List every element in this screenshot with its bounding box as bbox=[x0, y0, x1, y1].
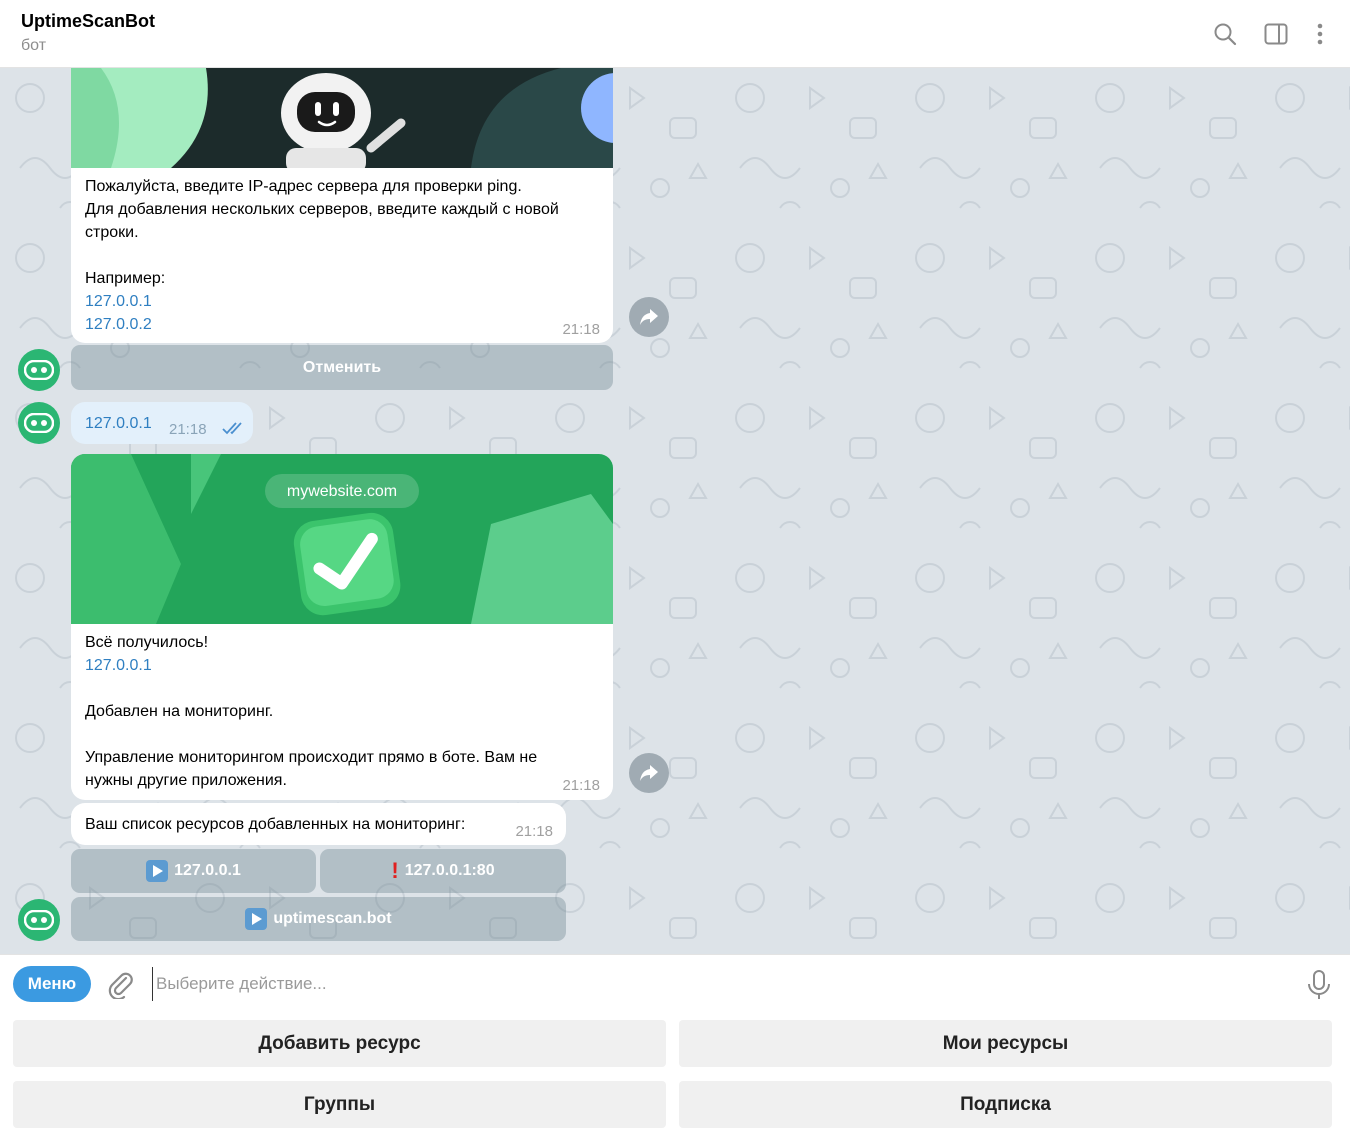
subscription-button[interactable]: Подписка bbox=[679, 1081, 1332, 1128]
ip-link[interactable]: 127.0.0.2 bbox=[85, 313, 605, 336]
play-icon bbox=[245, 908, 268, 930]
message-text-line: Пожалуйста, введите IP-адрес сервера для… bbox=[85, 178, 522, 195]
resource-button-127-0-0-1[interactable]: 127.0.0.1 bbox=[71, 849, 316, 893]
more-vertical-icon[interactable] bbox=[1306, 20, 1334, 48]
sidebar-toggle-icon[interactable] bbox=[1262, 20, 1290, 48]
resource-button-label: uptimescan.bot bbox=[273, 910, 392, 927]
resource-button-label: 127.0.0.1 bbox=[174, 862, 241, 879]
message-text-line: Например: bbox=[85, 270, 166, 287]
resource-button-uptimescan-bot[interactable]: uptimescan.bot bbox=[71, 897, 566, 941]
menu-button[interactable]: Меню bbox=[13, 966, 91, 1002]
resource-button-label: 127.0.0.1:80 bbox=[404, 862, 495, 879]
message-time: 21:18 bbox=[169, 421, 207, 438]
groups-button[interactable]: Группы bbox=[13, 1081, 666, 1128]
ip-link[interactable]: 127.0.0.1 bbox=[85, 290, 605, 313]
message-text-line: Добавлен на мониторинг. bbox=[85, 703, 274, 720]
read-checkmarks-icon bbox=[222, 422, 242, 435]
attach-icon[interactable] bbox=[106, 969, 134, 1001]
composer: Меню bbox=[0, 954, 1350, 1014]
message-banner-robot bbox=[71, 68, 613, 168]
resource-button-127-0-0-1-80[interactable]: ! 127.0.0.1:80 bbox=[320, 849, 566, 893]
ip-link[interactable]: 127.0.0.1 bbox=[85, 654, 605, 677]
message-time: 21:18 bbox=[515, 823, 553, 840]
reply-keyboard: Добавить ресурс Мои ресурсы Группы Подпи… bbox=[0, 1014, 1350, 1136]
my-resources-button[interactable]: Мои ресурсы bbox=[679, 1020, 1332, 1067]
cancel-button-label: Отменить bbox=[302, 358, 382, 376]
play-icon bbox=[146, 860, 169, 882]
chat-title[interactable]: UptimeScanBot bbox=[21, 11, 155, 32]
forward-icon[interactable] bbox=[629, 753, 669, 793]
microphone-icon[interactable] bbox=[1305, 969, 1333, 1001]
chat-area[interactable]: Пожалуйста, введите IP-адрес сервера для… bbox=[0, 68, 1350, 954]
message-text-line: Управление мониторингом происходит прямо… bbox=[85, 749, 538, 789]
ip-link[interactable]: 127.0.0.1 bbox=[85, 412, 152, 435]
bot-avatar[interactable] bbox=[18, 349, 60, 391]
message-time: 21:18 bbox=[562, 777, 600, 794]
message-input[interactable] bbox=[152, 967, 1272, 1001]
domain-badge: mywebsite.com bbox=[265, 474, 419, 508]
bot-avatar[interactable] bbox=[18, 402, 60, 444]
chat-header: UptimeScanBot бот bbox=[0, 0, 1350, 68]
bot-message-ping-prompt: Пожалуйста, введите IP-адрес сервера для… bbox=[71, 68, 613, 343]
message-time: 21:18 bbox=[562, 321, 600, 338]
message-banner-success: mywebsite.com bbox=[71, 454, 613, 624]
cancel-button[interactable]: Отменить bbox=[71, 345, 613, 390]
search-icon[interactable] bbox=[1211, 20, 1239, 48]
forward-icon[interactable] bbox=[629, 297, 669, 337]
add-resource-button[interactable]: Добавить ресурс bbox=[13, 1020, 666, 1067]
message-text-line: Всё получилось! bbox=[85, 634, 209, 651]
message-text-line: Ваш список ресурсов добавленных на монит… bbox=[85, 816, 466, 833]
bot-avatar[interactable] bbox=[18, 899, 60, 941]
exclamation-icon: ! bbox=[391, 858, 399, 883]
bot-message-resource-list: Ваш список ресурсов добавленных на монит… bbox=[71, 803, 566, 845]
bot-message-success: mywebsite.com Всё получилось! 127.0.0.1 … bbox=[71, 454, 613, 800]
chat-subtitle: бот bbox=[21, 37, 47, 54]
message-text-line: Для добавления нескольких серверов, введ… bbox=[85, 201, 559, 241]
user-message: 127.0.0.1 21:18 bbox=[71, 402, 253, 444]
